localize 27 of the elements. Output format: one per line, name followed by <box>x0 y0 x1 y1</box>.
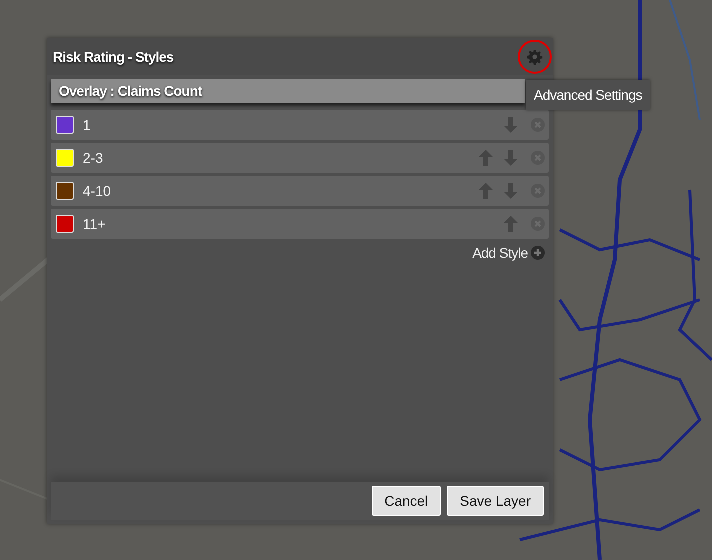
color-swatch[interactable] <box>56 182 74 200</box>
style-row[interactable]: 1 <box>51 110 549 140</box>
dialog-button[interactable]: Cancel <box>372 486 442 516</box>
settings-icon <box>527 48 543 64</box>
down-arrow-icon[interactable] <box>504 117 518 133</box>
style-row[interactable]: 2-3 <box>51 143 549 173</box>
color-swatch[interactable] <box>56 149 74 167</box>
down-arrow-icon[interactable] <box>504 150 518 166</box>
style-row[interactable]: 4-10 <box>51 176 549 206</box>
style-label: 2-3 <box>83 150 104 166</box>
tooltip: Advanced Settings <box>526 80 650 110</box>
style-label: 1 <box>83 117 91 133</box>
style-label: 11+ <box>83 216 106 232</box>
dialog-button[interactable]: Save Layer <box>447 486 544 516</box>
up-arrow-icon[interactable] <box>479 183 493 199</box>
dialog-title: Risk Rating - Styles <box>53 48 175 64</box>
overlay-label: Overlay : Claims Count <box>59 83 202 99</box>
style-row[interactable]: 11+ <box>51 209 549 239</box>
up-arrow-icon[interactable] <box>479 150 493 166</box>
add-icon[interactable] <box>531 246 545 260</box>
settings-button[interactable] <box>518 40 552 74</box>
down-arrow-icon[interactable] <box>504 183 518 199</box>
color-swatch[interactable] <box>56 215 74 233</box>
add-style-button[interactable]: Add Style <box>472 245 528 261</box>
style-label: 4-10 <box>83 183 112 199</box>
up-arrow-icon[interactable] <box>504 216 518 232</box>
color-swatch[interactable] <box>56 116 74 134</box>
